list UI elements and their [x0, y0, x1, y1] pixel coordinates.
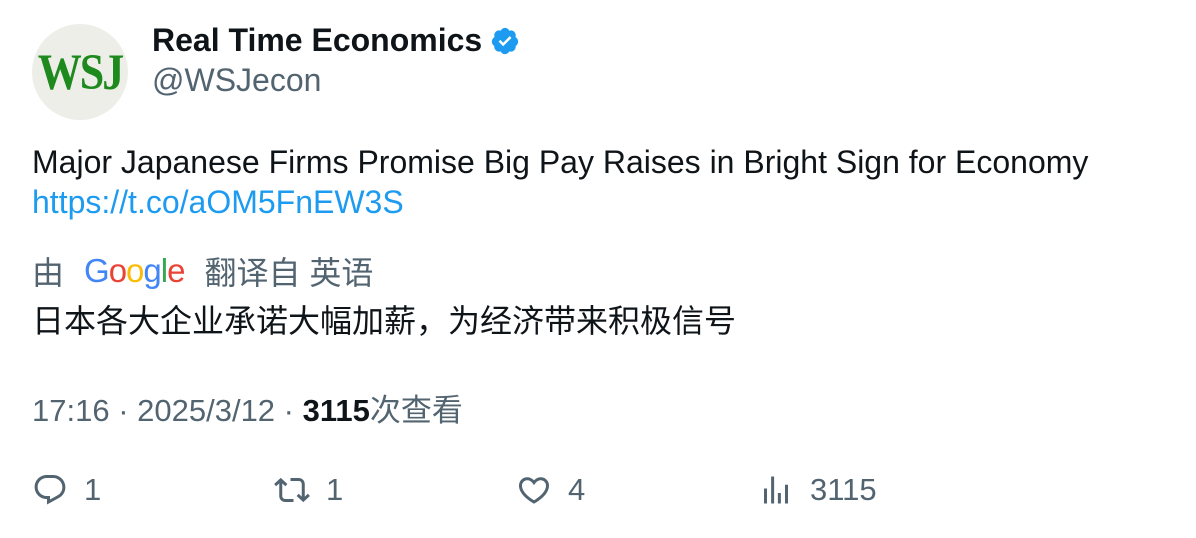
author-name[interactable]: Real Time Economics — [152, 22, 482, 59]
tweet-text: Major Japanese Firms Promise Big Pay Rai… — [32, 142, 1088, 222]
translation-attribution: 由 Google 翻译自 英语 — [32, 248, 373, 294]
tweet-meta: 17:16 · 2025/3/12 · 3115次查看 — [32, 393, 463, 428]
translation-by-label: 由 — [32, 255, 65, 291]
like-button[interactable]: 4 — [516, 472, 585, 508]
verified-badge-icon — [492, 27, 519, 54]
retweet-button[interactable]: 1 — [274, 472, 343, 508]
tweet-time[interactable]: 17:16 — [32, 393, 110, 428]
views-count: 3115 — [810, 472, 877, 507]
translated-text: 日本各大企业承诺大幅加薪，为经济带来积极信号 — [32, 303, 737, 339]
reply-icon — [34, 475, 66, 505]
avatar[interactable]: WSJ — [32, 24, 128, 120]
author-name-row: Real Time Economics — [152, 22, 520, 59]
analytics-icon — [764, 476, 788, 504]
tweet-body: Major Japanese Firms Promise Big Pay Rai… — [32, 144, 1089, 180]
reply-count: 1 — [84, 472, 102, 507]
tweet-link[interactable]: https://t.co/aOM5FnEW3S — [32, 182, 1088, 222]
tweet-views-count: 3115 — [302, 393, 370, 428]
tweet-views-label: 次查看 — [369, 393, 463, 428]
retweet-icon — [274, 477, 310, 503]
retweet-count: 1 — [326, 472, 344, 507]
heart-icon — [518, 477, 550, 504]
google-logo-icon: Google — [84, 252, 185, 289]
like-count: 4 — [568, 472, 586, 507]
reply-button[interactable]: 1 — [32, 472, 101, 508]
views-button[interactable]: 3115 — [758, 472, 877, 508]
tweet-date[interactable]: 2025/3/12 — [137, 393, 275, 428]
action-bar: 1 1 4 3115 — [32, 472, 1172, 512]
author-handle[interactable]: @WSJecon — [152, 62, 321, 99]
translation-source-label[interactable]: 翻译自 英语 — [204, 248, 373, 294]
avatar-logo-text: WSJ — [37, 43, 124, 101]
